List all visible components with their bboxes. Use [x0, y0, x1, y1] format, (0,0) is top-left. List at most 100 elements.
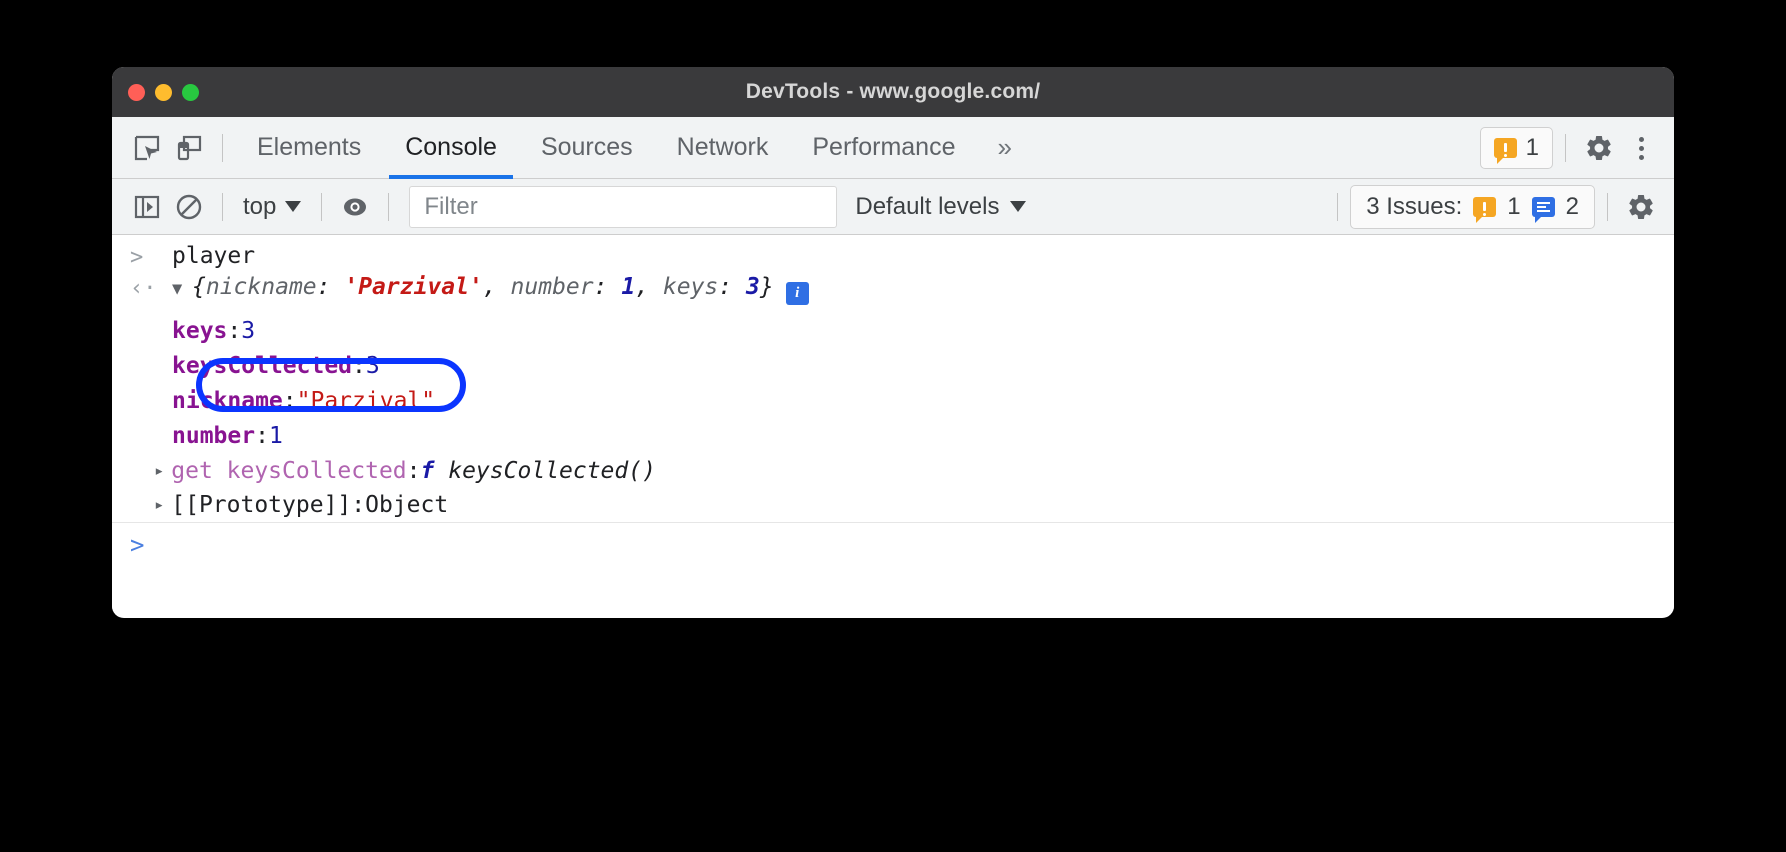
preview-key-0: nickname [206, 274, 317, 300]
more-tabs-icon[interactable]: » [977, 132, 1031, 163]
log-levels-label: Default levels [855, 193, 999, 221]
filter-divider-3 [388, 193, 389, 221]
object-property-row[interactable]: keys: 3 [112, 313, 1674, 348]
info-icon[interactable]: i [786, 282, 809, 305]
main-toolbar-right-group: 1 [1480, 117, 1662, 179]
issues-warning-icon [1473, 197, 1496, 217]
prototype-value: Object [365, 492, 448, 518]
result-prompt-icon: ‹· [130, 274, 172, 301]
object-expander-icon[interactable]: ▼ [172, 279, 192, 299]
property-sep-nickname: : [283, 388, 297, 414]
tab-elements[interactable]: Elements [235, 117, 383, 179]
maximize-window-button[interactable] [182, 84, 199, 101]
tab-performance-label: Performance [812, 133, 955, 162]
issues-warning-count: 1 [1507, 193, 1520, 221]
console-output-panel[interactable]: > player ‹· ▼{nickname: 'Parzival', numb… [112, 235, 1674, 617]
console-prompt-row[interactable]: > [112, 523, 1674, 567]
preview-comma-1: , [635, 274, 663, 300]
object-prototype-row[interactable]: ▸ [[Prototype]]: Object [112, 488, 1674, 523]
function-signature-text: keysCollected() [448, 458, 656, 484]
input-prompt-icon: > [130, 243, 172, 270]
chevron-down-icon-levels [1010, 201, 1026, 212]
preview-comma-0: , [483, 274, 511, 300]
property-key-keyscollected: keysCollected [172, 353, 352, 379]
object-preview[interactable]: ▼{nickname: 'Parzival', number: 1, keys:… [172, 274, 809, 302]
preview-sep-1: : [594, 274, 622, 300]
tab-elements-label: Elements [257, 133, 361, 162]
prototype-label: [[Prototype]] [171, 492, 351, 518]
prototype-sep: : [351, 492, 365, 518]
property-value-keyscollected: 3 [366, 353, 380, 379]
preview-sep-0: : [317, 274, 345, 300]
kebab-menu-icon[interactable] [1620, 127, 1662, 169]
toolbar-divider [222, 134, 223, 162]
clear-console-icon[interactable] [168, 186, 210, 228]
preview-key-1: number [511, 274, 594, 300]
property-sep-keyscollected: : [352, 353, 366, 379]
property-key-number: number [172, 423, 255, 449]
execution-context-selector[interactable]: top [235, 193, 309, 221]
getter-expander-icon[interactable]: ▸ [154, 461, 164, 481]
object-property-row-nickname[interactable]: nickname: "Parzival" [112, 383, 1674, 418]
function-marker: f [421, 458, 435, 484]
console-input-echo-row: > player [112, 235, 1674, 274]
issues-label: 3 Issues: [1366, 193, 1462, 221]
device-toolbar-icon[interactable] [168, 127, 210, 169]
inspect-element-icon[interactable] [126, 127, 168, 169]
window-title: DevTools - www.google.com/ [112, 80, 1674, 104]
devtools-panel-tabs: Elements Console Sources Network Perform… [235, 117, 1032, 179]
console-result-row: ‹· ▼{nickname: 'Parzival', number: 1, ke… [112, 274, 1674, 313]
devtools-main-toolbar: Elements Console Sources Network Perform… [112, 117, 1674, 179]
object-getter-row[interactable]: ▸ get keysCollected: f keysCollected() [112, 453, 1674, 488]
issues-button[interactable]: 3 Issues: 1 2 [1350, 185, 1595, 229]
property-sep-number: : [255, 423, 269, 449]
preview-close-brace: } [760, 274, 774, 300]
object-property-row-number[interactable]: number: 1 [112, 418, 1674, 453]
object-property-row-highlighted[interactable]: keysCollected: 3 [112, 348, 1674, 383]
preview-key-2: keys [663, 274, 718, 300]
issues-info-count: 2 [1566, 193, 1579, 221]
prototype-expander-icon[interactable]: ▸ [154, 495, 164, 515]
warning-count-button[interactable]: 1 [1480, 127, 1553, 169]
preview-open-brace: { [192, 274, 206, 300]
eye-icon[interactable] [334, 186, 376, 228]
tab-network[interactable]: Network [655, 117, 791, 179]
console-settings-gear-icon[interactable] [1620, 186, 1662, 228]
window-title-bar: DevTools - www.google.com/ [112, 67, 1674, 117]
tab-console-label: Console [405, 133, 497, 162]
filter-divider-4 [1337, 193, 1338, 221]
tab-sources[interactable]: Sources [519, 117, 655, 179]
window-traffic-lights [128, 67, 199, 117]
execution-context-label: top [243, 193, 276, 221]
filter-divider-1 [222, 193, 223, 221]
tab-performance[interactable]: Performance [790, 117, 977, 179]
filter-toolbar-right-group: 3 Issues: 1 2 [1325, 179, 1662, 235]
property-value-keys: 3 [241, 318, 255, 344]
console-filter-toolbar: top Filter Default levels 3 [112, 179, 1674, 235]
minimize-window-button[interactable] [155, 84, 172, 101]
log-levels-selector[interactable]: Default levels [855, 193, 1026, 221]
screenshot-root: DevTools - www.google.com/ E [0, 0, 1786, 852]
tab-console[interactable]: Console [383, 117, 519, 179]
filter-input[interactable]: Filter [409, 186, 837, 228]
preview-value-1: 1 [621, 274, 635, 300]
warning-bubble-icon [1494, 138, 1517, 158]
preview-value-0: 'Parzival' [344, 274, 482, 300]
getter-sep: : [407, 458, 421, 484]
function-signature [434, 458, 448, 484]
property-sep-keys: : [227, 318, 241, 344]
console-sidebar-icon[interactable] [126, 186, 168, 228]
close-window-button[interactable] [128, 84, 145, 101]
property-key-keys: keys [172, 318, 227, 344]
devtools-window: DevTools - www.google.com/ E [112, 67, 1674, 618]
gear-icon[interactable] [1578, 127, 1620, 169]
toolbar-divider-right [1565, 134, 1566, 162]
filter-divider-5 [1607, 193, 1608, 221]
property-key-nickname: nickname [172, 388, 283, 414]
filter-divider-2 [321, 193, 322, 221]
property-value-nickname: "Parzival" [297, 388, 435, 414]
property-value-number: 1 [269, 423, 283, 449]
getter-label: get keysCollected [171, 458, 406, 484]
issues-info-icon [1532, 197, 1555, 217]
tab-sources-label: Sources [541, 133, 633, 162]
